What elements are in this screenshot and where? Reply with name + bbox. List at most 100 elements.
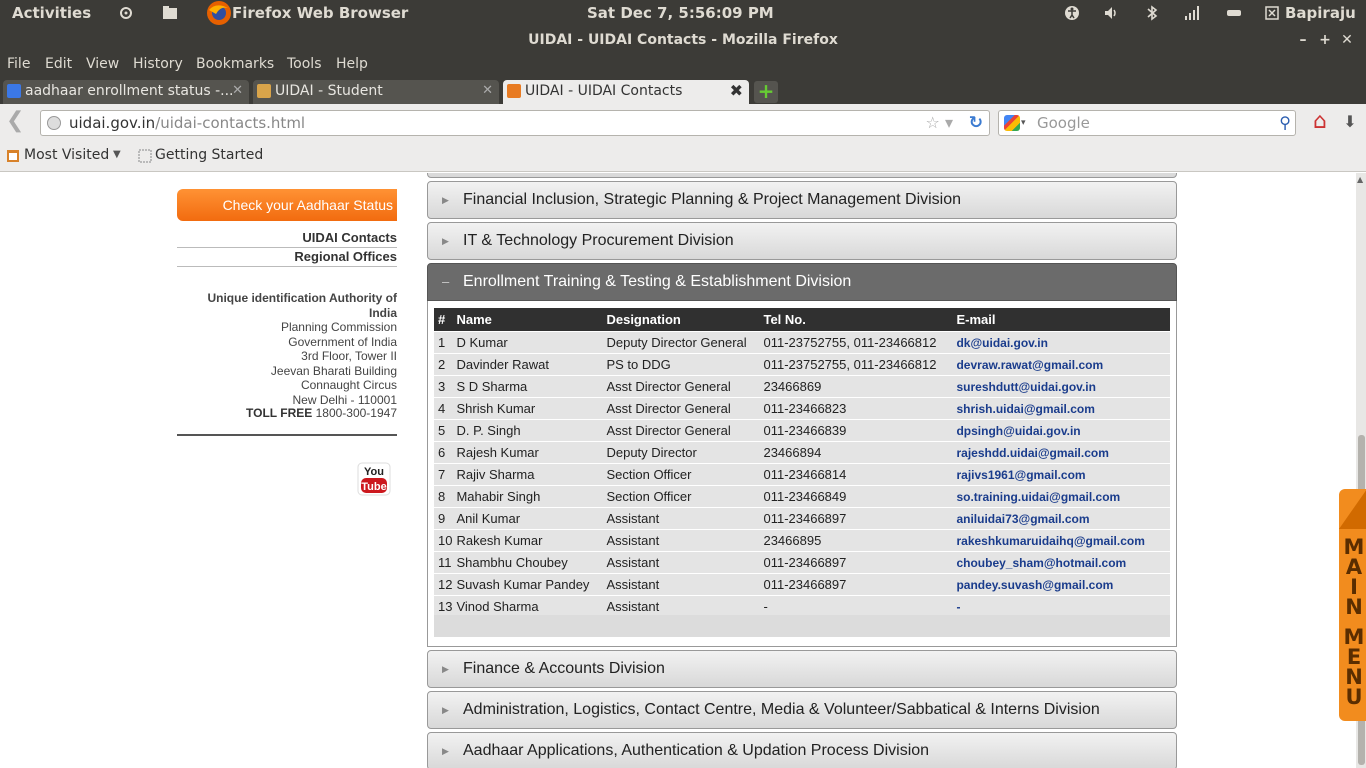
check-aadhaar-status-button[interactable]: Check your Aadhaar Status xyxy=(177,189,397,221)
minimize-icon[interactable]: – xyxy=(1292,26,1314,54)
division-enrollment-training[interactable]: – Enrollment Training & Testing & Establi… xyxy=(427,263,1177,301)
address-line: New Delhi - 110001 xyxy=(292,392,397,407)
division-title: Enrollment Training & Testing & Establis… xyxy=(463,273,852,290)
app-name[interactable]: Firefox Web Browser xyxy=(232,4,408,22)
signal-icon[interactable] xyxy=(1184,5,1200,21)
download-icon[interactable]: ⬇ xyxy=(1340,112,1360,132)
table-row: 6 Rajesh Kumar Deputy Director 23466894 raje… xyxy=(434,442,1170,463)
search-icon[interactable]: ⚲ xyxy=(1279,111,1291,135)
menu-help[interactable]: Help xyxy=(336,56,368,72)
menu-letter: M xyxy=(1343,535,1365,559)
maximize-icon[interactable]: + xyxy=(1314,26,1336,54)
bookmark-star-icon[interactable]: ☆ ▾ xyxy=(926,111,953,135)
firefox-icon[interactable] xyxy=(206,0,232,26)
designation: Section Officer xyxy=(602,486,760,507)
menu-bookmarks[interactable]: Bookmarks xyxy=(196,56,274,72)
engine-dropdown-icon[interactable]: ▾ xyxy=(1021,111,1026,135)
contact-name: Davinder Rawat xyxy=(452,354,603,375)
google-engine-icon[interactable] xyxy=(1004,115,1020,131)
email-link[interactable]: choubey_sham@hotmail.com xyxy=(952,552,1170,573)
email-link[interactable]: dk@uidai.gov.in xyxy=(952,332,1170,353)
email-link[interactable]: - xyxy=(952,596,1170,617)
tab-close-icon[interactable]: ✕ xyxy=(482,80,493,102)
telephone: 011-23466897 xyxy=(759,552,953,573)
back-arrow-icon[interactable]: ❮ xyxy=(6,110,30,134)
menu-view[interactable]: View xyxy=(86,56,119,72)
menu-history[interactable]: History xyxy=(133,56,183,72)
tab-aadhaar-search[interactable]: aadhaar enrollment status -... ✕ xyxy=(3,80,249,104)
tab-uidai-contacts[interactable]: UIDAI - UIDAI Contacts ✖ xyxy=(503,80,749,104)
tab-close-icon[interactable]: ✖ xyxy=(730,80,743,102)
settings-icon[interactable] xyxy=(118,5,134,21)
svg-text:Tube: Tube xyxy=(361,481,386,493)
reload-icon[interactable]: ↻ xyxy=(969,111,983,135)
bluetooth-icon[interactable] xyxy=(1144,5,1160,21)
division-financial-inclusion[interactable]: ▶ Financial Inclusion, Strategic Planning… xyxy=(427,181,1177,219)
tab-close-icon[interactable]: ✕ xyxy=(232,80,243,102)
row-number: 8 xyxy=(434,486,453,507)
email-link[interactable]: rajeshdd.uidai@gmail.com xyxy=(952,442,1170,463)
division-accordion-hidden[interactable] xyxy=(427,173,1177,178)
division-title: Finance & Accounts Division xyxy=(463,660,665,677)
folder-icon[interactable] xyxy=(162,5,178,21)
row-number: 10 xyxy=(434,530,453,551)
new-tab-button[interactable]: + xyxy=(754,81,778,103)
menu-edit[interactable]: Edit xyxy=(45,56,72,72)
home-icon[interactable]: ⌂ xyxy=(1306,110,1334,136)
tab-uidai-student[interactable]: UIDAI - Student ✕ xyxy=(253,80,499,104)
row-number: 11 xyxy=(434,552,453,573)
link-regional-offices[interactable]: Regional Offices xyxy=(177,249,397,267)
email-link[interactable]: sureshdutt@uidai.gov.in xyxy=(952,376,1170,397)
activities-button[interactable]: Activities xyxy=(12,4,91,22)
close-icon[interactable]: ✕ xyxy=(1336,26,1358,54)
google-favicon-icon xyxy=(7,84,21,98)
email-link[interactable]: dpsingh@uidai.gov.in xyxy=(952,420,1170,441)
search-input[interactable]: ▾ Google ⚲ xyxy=(998,110,1296,136)
email-link[interactable]: so.training.uidai@gmail.com xyxy=(952,486,1170,507)
email-link[interactable]: rajivs1961@gmail.com xyxy=(952,464,1170,485)
division-title: Financial Inclusion, Strategic Planning … xyxy=(463,191,962,208)
email-link[interactable]: rakeshkumaruidaihq@gmail.com xyxy=(952,530,1170,551)
volume-icon[interactable] xyxy=(1103,5,1119,21)
email-link[interactable]: devraw.rawat@gmail.com xyxy=(952,354,1170,375)
table-row: 1D Kumar Deputy Director General 011-23752… xyxy=(434,332,1170,353)
row-number: 9 xyxy=(434,508,453,529)
user-name[interactable]: Bapiraju xyxy=(1285,4,1356,22)
division-finance-accounts[interactable]: ▶ Finance & Accounts Division xyxy=(427,650,1177,688)
table-row: 10 Rakesh Kumar Assistant 23466895 rakeshkum… xyxy=(434,530,1170,551)
main-menu-tab[interactable]: M A I N M E N U xyxy=(1339,489,1366,721)
bookmark-getting-started[interactable]: Getting Started xyxy=(155,147,263,163)
division-title: Administration, Logistics, Contact Centr… xyxy=(463,701,1100,718)
link-uidai-contacts[interactable]: UIDAI Contacts xyxy=(177,230,397,248)
contact-name: Suvash Kumar Pandey xyxy=(452,574,603,595)
division-it-procurement[interactable]: ▶ IT & Technology Procurement Division xyxy=(427,222,1177,260)
url-bar[interactable]: uidai.gov.in/uidai-contacts.html ☆ ▾ ↻ xyxy=(40,110,990,136)
accessibility-icon[interactable] xyxy=(1064,5,1080,21)
email-link[interactable]: aniluidai73@gmail.com xyxy=(952,508,1170,529)
menu-letter: U xyxy=(1345,685,1363,709)
designation: Asst Director General xyxy=(602,376,760,397)
scroll-up-icon[interactable]: ▲ xyxy=(1357,175,1363,184)
bookmark-most-visited[interactable]: Most Visited xyxy=(24,147,109,163)
telephone: 23466869 xyxy=(759,376,953,397)
search-placeholder: Google xyxy=(1037,114,1090,132)
division-title: IT & Technology Procurement Division xyxy=(463,232,734,249)
clock[interactable]: Sat Dec 7, 5:56:09 PM xyxy=(587,4,774,22)
menu-tools[interactable]: Tools xyxy=(287,56,322,72)
designation: PS to DDG xyxy=(602,354,760,375)
keyboard-icon[interactable] xyxy=(1226,5,1242,21)
email-link[interactable]: shrish.uidai@gmail.com xyxy=(952,398,1170,419)
email-link[interactable]: pandey.suvash@gmail.com xyxy=(952,574,1170,595)
divider xyxy=(177,434,397,436)
contact-name: Shambhu Choubey xyxy=(452,552,603,573)
user-icon[interactable] xyxy=(1264,5,1280,21)
division-administration[interactable]: ▶ Administration, Logistics, Contact Cent… xyxy=(427,691,1177,729)
chevron-down-icon[interactable]: ▼ xyxy=(113,149,121,160)
menu-file[interactable]: File xyxy=(7,56,30,72)
contact-name: D. P. Singh xyxy=(452,420,603,441)
menu-letter: A xyxy=(1345,555,1363,579)
youtube-icon[interactable]: You Tube xyxy=(357,462,391,496)
telephone: 23466894 xyxy=(759,442,953,463)
division-aadhaar-applications[interactable]: ▶ Aadhaar Applications, Authentication & … xyxy=(427,732,1177,768)
column-header: E-mail xyxy=(952,308,1170,331)
